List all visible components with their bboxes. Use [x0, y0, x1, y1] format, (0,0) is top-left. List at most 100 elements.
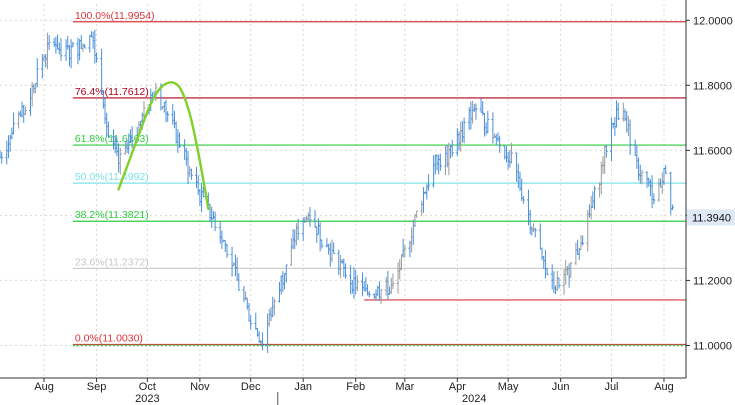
- price-bar-215: [508, 150, 512, 168]
- x-tick-label-7: Mar: [395, 381, 414, 393]
- price-bar-19: [44, 53, 48, 68]
- price-bar-80: [188, 166, 192, 177]
- price-bar-136: [320, 239, 324, 249]
- price-bar-73: [172, 111, 176, 129]
- price-bar-184: [435, 154, 439, 171]
- price-bar-174: [411, 219, 415, 245]
- x-tick-label-4: Dec: [241, 381, 261, 393]
- price-bar-130: [306, 212, 310, 222]
- price-bar-29: [67, 44, 71, 67]
- price-bar-162: [384, 276, 388, 296]
- price-bar-230: [543, 249, 547, 279]
- price-bar-107: [254, 312, 258, 330]
- price-bar-125: [294, 223, 298, 246]
- price-bar-44: [103, 98, 107, 124]
- price-bar-97: [230, 246, 234, 277]
- price-bar-36: [83, 43, 87, 49]
- price-bar-84: [198, 189, 202, 206]
- price-bar-82: [194, 166, 198, 189]
- price-bar-105: [247, 303, 251, 322]
- price-bar-35: [81, 43, 85, 52]
- price-bar-27: [64, 39, 68, 62]
- price-bar-139: [328, 242, 332, 267]
- price-bar-33: [78, 39, 82, 61]
- fib-level-label-4: 38.2%(11.3821): [75, 209, 149, 221]
- price-bar-22: [52, 38, 56, 47]
- price-bar-41: [95, 52, 99, 63]
- price-bar-166: [391, 273, 395, 290]
- price-bar-30: [69, 39, 73, 69]
- price-bar-255: [603, 145, 607, 174]
- price-bar-151: [355, 275, 359, 292]
- price-bar-3: [6, 135, 10, 159]
- price-bar-208: [493, 133, 497, 139]
- price-bar-116: [272, 298, 276, 316]
- price-bar-92: [218, 221, 222, 244]
- fib-level-label-6: 0.0%(11.0030): [75, 333, 143, 345]
- price-bar-189: [447, 142, 451, 176]
- x-year-label-1: 2024: [462, 393, 486, 405]
- price-bar-276: [652, 193, 656, 205]
- price-bar-233: [552, 271, 556, 294]
- price-bar-226: [533, 228, 537, 238]
- price-bar-256: [604, 144, 608, 158]
- price-bar-143: [338, 254, 342, 279]
- price-bar-15: [34, 83, 38, 94]
- price-bar-126: [296, 218, 300, 241]
- price-bar-167: [396, 262, 400, 294]
- price-bar-152: [360, 272, 364, 297]
- price-bar-17: [40, 54, 44, 79]
- price-bar-112: [266, 313, 270, 353]
- price-bar-148: [350, 279, 354, 294]
- price-bar-251: [593, 185, 597, 210]
- price-bar-102: [242, 285, 246, 303]
- y-tick-label-5: 11.0000: [693, 340, 732, 352]
- price-bar-171: [403, 244, 407, 258]
- price-bar-93: [220, 230, 224, 249]
- price-bar-176: [415, 210, 419, 218]
- price-bar-85: [200, 183, 204, 213]
- price-bar-142: [337, 249, 341, 276]
- price-bar-21: [47, 34, 51, 51]
- price-bar-149: [352, 267, 356, 299]
- price-bar-141: [332, 242, 336, 254]
- price-bar-239: [565, 266, 569, 276]
- price-bar-154: [364, 277, 368, 292]
- y-tick-label-2: 11.6000: [693, 145, 732, 157]
- price-bar-275: [650, 175, 654, 209]
- price-bar-119: [281, 271, 285, 292]
- price-bar-214: [506, 151, 510, 170]
- price-bar-150: [354, 270, 358, 295]
- price-bar-277: [657, 178, 661, 202]
- y-tick-label-1: 11.8000: [693, 80, 732, 92]
- price-bar-164: [388, 286, 392, 295]
- price-bar-104: [245, 297, 249, 310]
- price-bar-198: [469, 101, 473, 130]
- price-bar-222: [526, 189, 530, 226]
- price-bar-243: [576, 239, 580, 255]
- price-bar-173: [410, 227, 414, 253]
- price-bar-280: [662, 167, 666, 185]
- price-bar-218: [516, 163, 520, 188]
- x-tick-label-1: Sep: [87, 381, 107, 393]
- price-bar-117: [277, 281, 281, 303]
- price-bar-106: [249, 315, 253, 330]
- price-bar-183: [433, 154, 437, 175]
- price-bar-245: [579, 235, 583, 251]
- price-bar-37: [88, 34, 92, 53]
- price-bar-70: [164, 99, 168, 123]
- price-bar-9: [20, 101, 24, 118]
- price-bar-103: [244, 291, 248, 301]
- price-bar-137: [325, 238, 329, 248]
- price-bar-163: [386, 271, 390, 301]
- price-bar-178: [421, 186, 425, 213]
- price-bar-153: [362, 280, 366, 291]
- price-bar-202: [479, 98, 483, 113]
- price-bar-26: [59, 38, 63, 61]
- price-bar-196: [462, 117, 466, 144]
- price-bar-205: [484, 122, 488, 136]
- price-bar-122: [289, 238, 293, 266]
- fib-level-label-3: 50.0%(11.4992): [75, 171, 149, 183]
- price-bar-266: [628, 119, 632, 155]
- y-tick-label-0: 12.0000: [693, 15, 733, 27]
